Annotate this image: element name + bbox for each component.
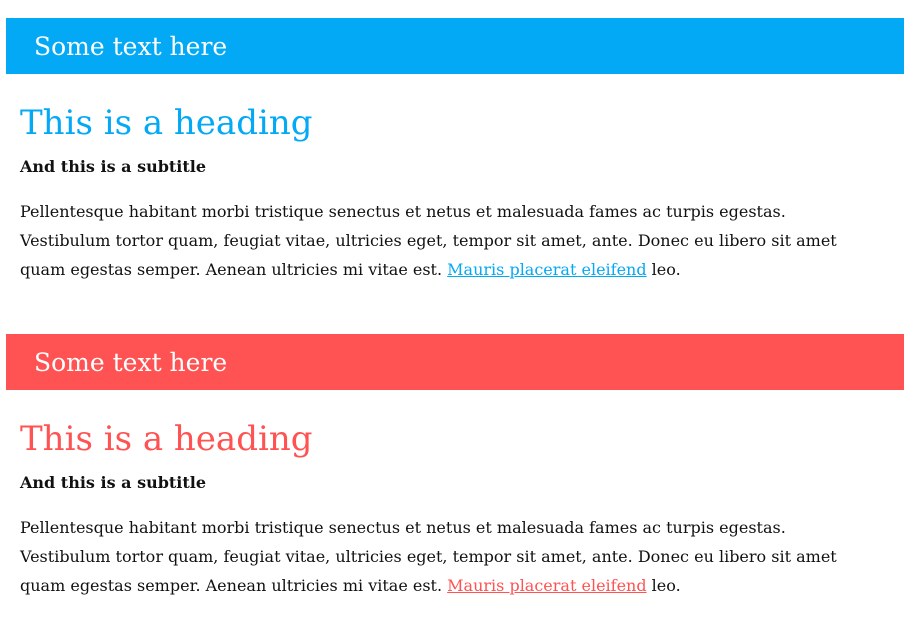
banner-text: Some text here xyxy=(34,31,228,61)
inline-link[interactable]: Mauris placerat eleifend xyxy=(447,260,646,279)
banner-text: Some text here xyxy=(34,347,228,377)
heading: This is a heading xyxy=(20,419,313,459)
paragraph-text: Pellentesque habitant morbi tristique se… xyxy=(20,518,837,595)
subtitle: And this is a subtitle xyxy=(20,473,207,492)
body-paragraph: Pellentesque habitant morbi tristique se… xyxy=(20,513,880,600)
paragraph-text-end: leo. xyxy=(646,260,681,279)
body-paragraph: Pellentesque habitant morbi tristique se… xyxy=(20,197,880,284)
section-red: Some text here This is a heading And thi… xyxy=(6,334,904,624)
subtitle: And this is a subtitle xyxy=(20,157,207,176)
banner: Some text here xyxy=(6,18,904,74)
section-blue: Some text here This is a heading And thi… xyxy=(6,18,904,308)
inline-link[interactable]: Mauris placerat eleifend xyxy=(447,576,646,595)
paragraph-text: Pellentesque habitant morbi tristique se… xyxy=(20,202,837,279)
banner: Some text here xyxy=(6,334,904,390)
paragraph-text-end: leo. xyxy=(646,576,681,595)
heading: This is a heading xyxy=(20,103,313,143)
